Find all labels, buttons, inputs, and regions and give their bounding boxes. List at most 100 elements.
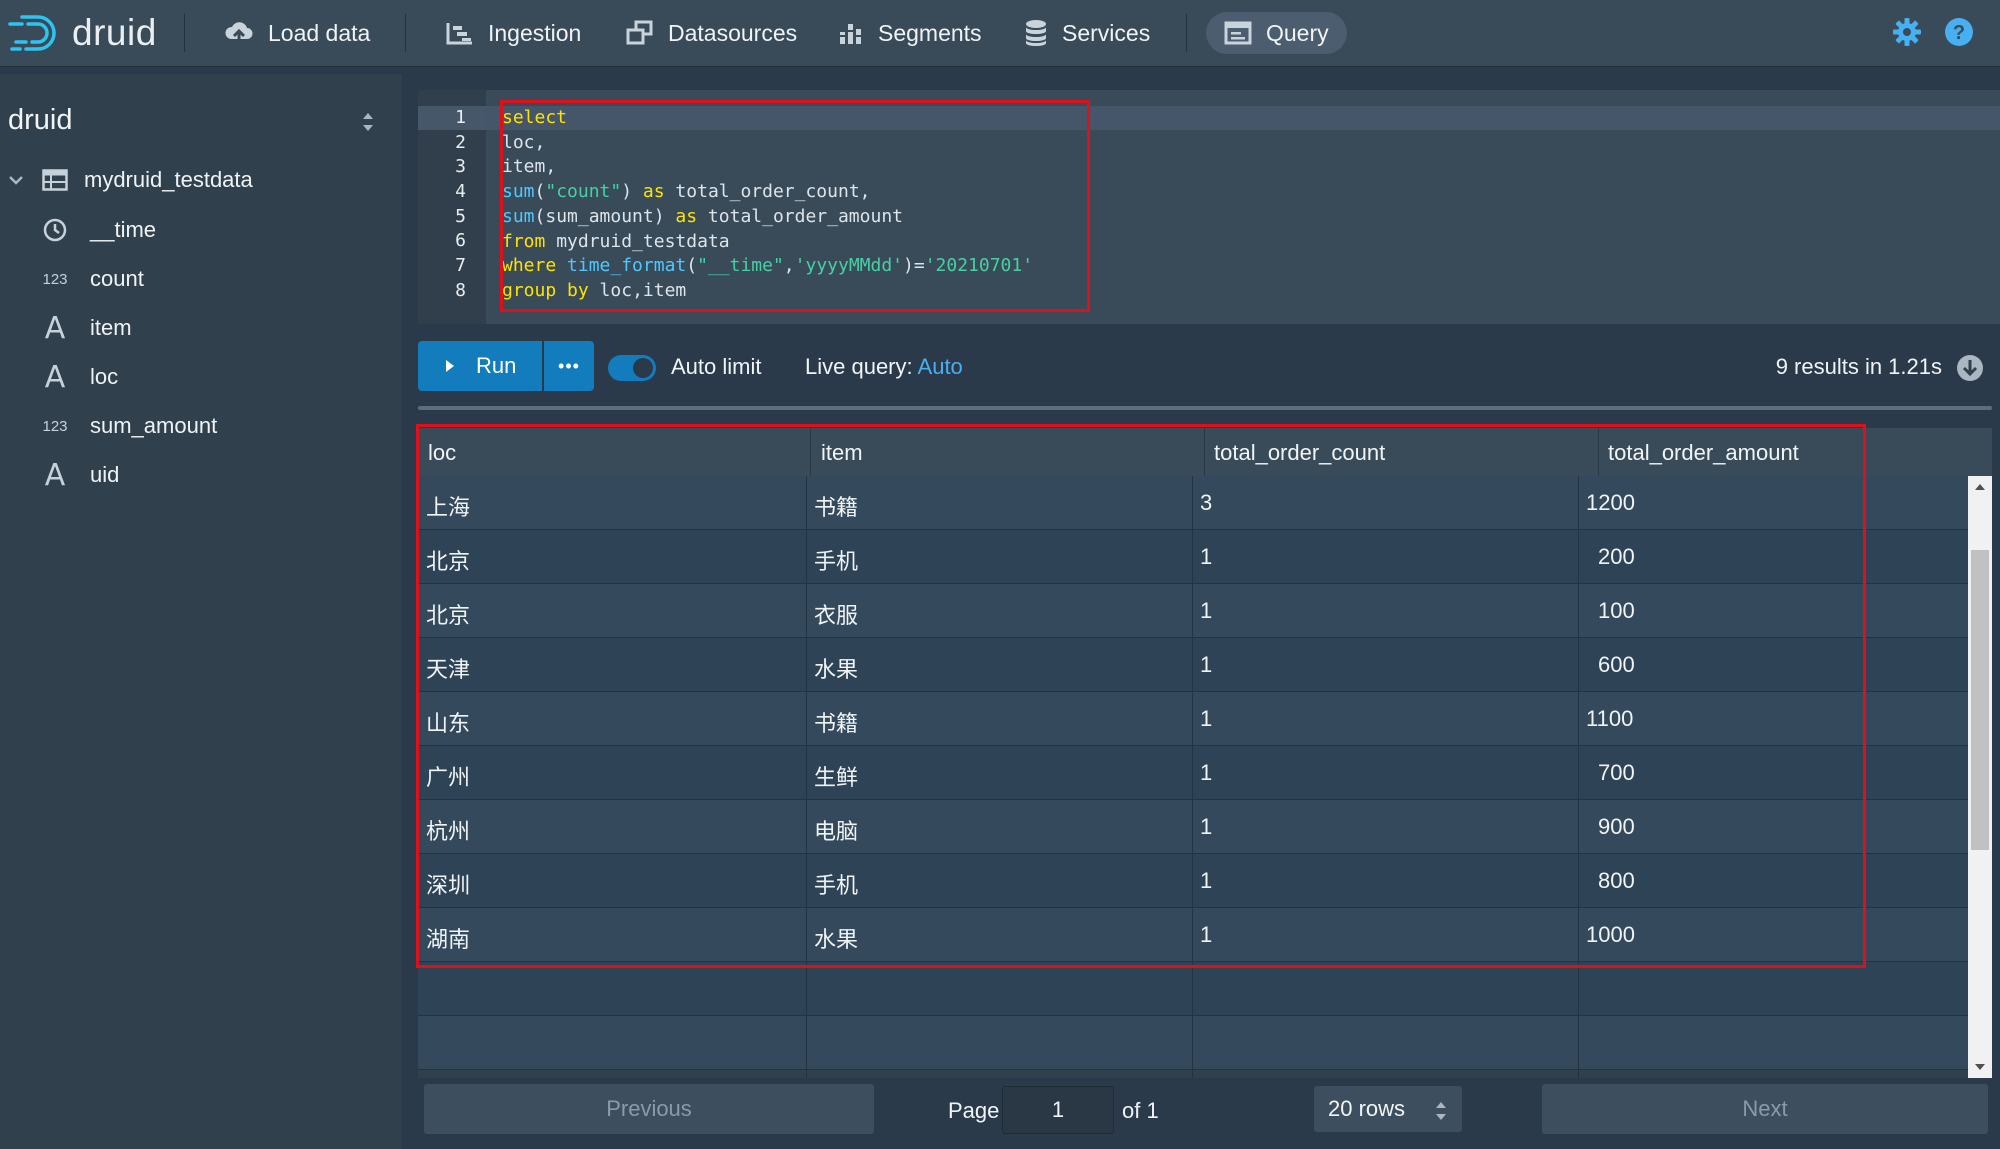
table-cell[interactable]: 广州 <box>426 760 470 792</box>
double-caret-icon[interactable] <box>360 110 376 134</box>
table-cell[interactable]: 3 <box>1200 490 1212 516</box>
auto-limit-toggle[interactable] <box>608 355 656 381</box>
table-cell[interactable]: 手机 <box>814 544 858 576</box>
table-row: 湖南 水果 1 1000 <box>418 908 1968 962</box>
more-options-button[interactable]: ••• <box>544 341 594 391</box>
table-cell[interactable]: 深圳 <box>426 868 470 900</box>
page-count: of 1 <box>1122 1098 1159 1123</box>
table-row: 北京 衣服 1 100 <box>418 584 1968 638</box>
table-cell[interactable]: 水果 <box>814 652 858 684</box>
druid-logo[interactable]: druid <box>8 10 157 56</box>
code-line[interactable]: where time_format("__time",'yyyyMMdd')='… <box>502 254 1033 279</box>
run-button[interactable]: Run <box>418 341 542 391</box>
table-cell[interactable]: 山东 <box>426 706 470 738</box>
table-cell[interactable]: 1 <box>1200 760 1212 786</box>
table-cell[interactable]: 书籍 <box>814 706 858 738</box>
nav-ingestion[interactable]: Ingestion <box>428 12 599 54</box>
table-cell[interactable]: 书籍 <box>814 490 858 522</box>
table-cell[interactable]: 杭州 <box>426 814 470 846</box>
table-cell[interactable]: 900 <box>1598 814 1635 840</box>
sql-code[interactable]: select loc, item, sum("count") as total_ord… <box>502 106 1033 304</box>
line-number: 5 <box>455 206 466 227</box>
table-cell[interactable]: 1200 <box>1586 490 1635 516</box>
tree-item-column[interactable]: __time <box>40 210 156 250</box>
scroll-down-icon[interactable] <box>1974 1062 1986 1072</box>
table-cell[interactable]: 600 <box>1598 652 1635 678</box>
table-cell[interactable]: 1000 <box>1586 922 1635 948</box>
table-cell[interactable]: 生鲜 <box>814 760 858 792</box>
table-cell[interactable]: 电脑 <box>814 814 858 846</box>
table-cell[interactable]: 1 <box>1200 544 1212 570</box>
help-icon[interactable]: ? <box>1944 17 1974 47</box>
live-query-value[interactable]: Auto <box>918 354 963 379</box>
database-selector[interactable]: druid <box>8 104 73 137</box>
chevron-down-icon[interactable] <box>6 170 26 190</box>
code-line[interactable]: select <box>502 106 1033 131</box>
rows-per-page-select[interactable]: 20 rows <box>1314 1086 1462 1132</box>
nav-divider <box>1186 14 1187 52</box>
tree-item-column[interactable]: 123 count <box>40 259 143 299</box>
tree-item-column[interactable]: 123 sum_amount <box>40 406 217 446</box>
table-cell[interactable]: 800 <box>1598 868 1635 894</box>
download-icon[interactable] <box>1956 354 1984 382</box>
table-cell[interactable]: 1 <box>1200 706 1212 732</box>
table-cell[interactable]: 100 <box>1598 598 1635 624</box>
column-name: loc <box>90 364 119 389</box>
nav-services[interactable]: Services <box>1006 12 1168 54</box>
table-cell[interactable]: 北京 <box>426 598 470 630</box>
table-cell[interactable]: 1 <box>1200 652 1212 678</box>
line-number: 8 <box>455 280 466 301</box>
tree-item-column[interactable]: A uid <box>40 455 120 495</box>
scrollbar[interactable] <box>1968 476 1992 1078</box>
table-cell[interactable]: 水果 <box>814 922 858 954</box>
previous-button[interactable]: Previous <box>424 1084 874 1134</box>
scrollbar-thumb[interactable] <box>1971 550 1989 850</box>
table-cell[interactable]: 北京 <box>426 544 470 576</box>
tree-item-column[interactable]: A loc <box>40 357 118 397</box>
tree-item-column[interactable]: A item <box>40 308 132 348</box>
nav-datasources[interactable]: Datasources <box>608 12 815 54</box>
table-cell[interactable]: 手机 <box>814 868 858 900</box>
code-line[interactable]: group by loc,item <box>502 279 1033 304</box>
resize-divider[interactable] <box>418 406 1992 410</box>
column-header[interactable]: total_order_count <box>1214 440 1385 466</box>
line-number: 1 <box>455 107 466 128</box>
logo-text: druid <box>72 12 157 53</box>
table-cell[interactable]: 1 <box>1200 922 1212 948</box>
live-query-selector[interactable]: Live query: Auto <box>805 354 963 380</box>
nav-query[interactable]: Query <box>1206 12 1347 54</box>
table-cell[interactable]: 天津 <box>426 652 470 684</box>
code-line[interactable]: from mydruid_testdata <box>502 230 1033 255</box>
column-header[interactable]: loc <box>428 440 456 466</box>
table-cell[interactable]: 1 <box>1200 598 1212 624</box>
table-cell[interactable]: 1 <box>1200 814 1212 840</box>
line-number: 4 <box>455 181 466 202</box>
application-icon <box>1224 21 1252 45</box>
column-header[interactable]: item <box>821 440 863 466</box>
column-tree-sidebar: druid mydruid_testdata __time 123 count … <box>0 74 402 1149</box>
table-cell[interactable]: 衣服 <box>814 598 858 630</box>
scroll-up-icon[interactable] <box>1974 482 1986 492</box>
next-button[interactable]: Next <box>1542 1084 1988 1134</box>
table-cell[interactable]: 1100 <box>1586 706 1633 732</box>
settings-icon[interactable] <box>1892 17 1922 47</box>
sql-editor[interactable]: 1 2 3 4 5 6 7 8 select loc, item, sum("coun… <box>418 90 2000 324</box>
table-cell[interactable]: 上海 <box>426 490 470 522</box>
table-cell[interactable]: 湖南 <box>426 922 470 954</box>
nav-load-data[interactable]: Load data <box>206 12 388 54</box>
tree-item-datasource[interactable]: mydruid_testdata <box>6 160 253 200</box>
column-header[interactable]: total_order_amount <box>1608 440 1799 466</box>
page-input[interactable]: 1 <box>1002 1086 1114 1134</box>
table-cell[interactable]: 700 <box>1598 760 1635 786</box>
column-divider <box>806 476 807 1078</box>
code-line[interactable]: sum("count") as total_order_count, <box>502 180 1033 205</box>
nav-divider <box>184 14 185 52</box>
code-line[interactable]: loc, <box>502 131 1033 156</box>
code-line[interactable]: sum(sum_amount) as total_order_amount <box>502 205 1033 230</box>
string-type-icon: A <box>44 359 66 395</box>
table-cell[interactable]: 200 <box>1598 544 1635 570</box>
nav-label: Datasources <box>668 19 798 46</box>
code-line[interactable]: item, <box>502 155 1033 180</box>
nav-segments[interactable]: Segments <box>820 12 1000 54</box>
table-cell[interactable]: 1 <box>1200 868 1212 894</box>
